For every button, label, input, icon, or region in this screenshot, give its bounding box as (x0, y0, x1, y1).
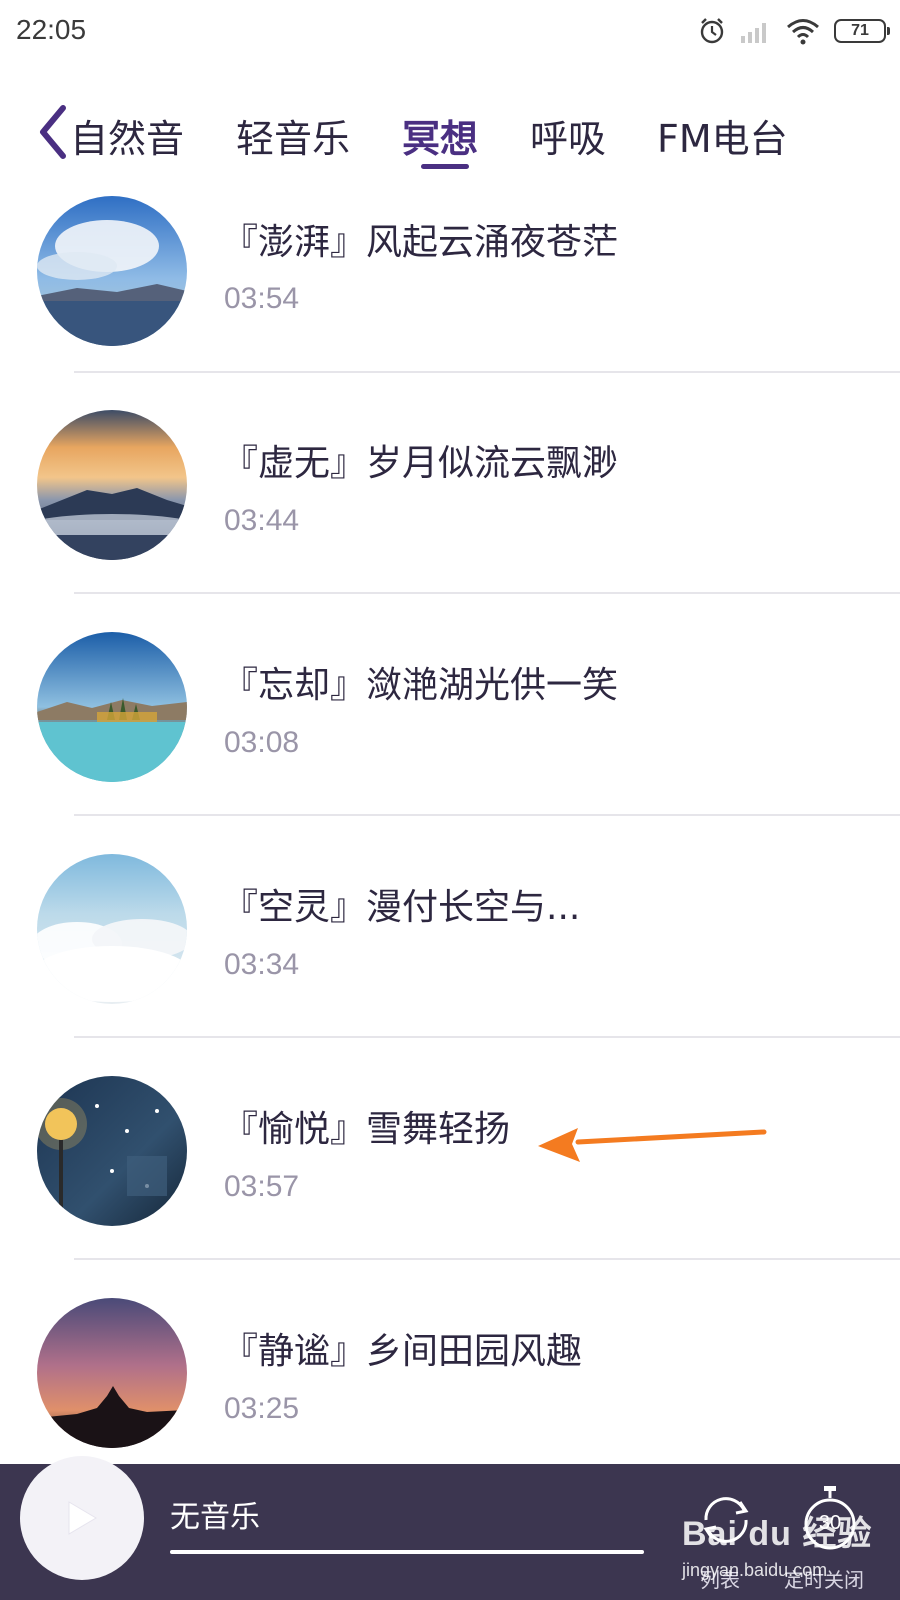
track-cover (37, 854, 187, 1004)
track-duration: 03:44 (224, 504, 300, 537)
chevron-left-icon (40, 105, 66, 159)
track-item[interactable]: 『静谧』乡间田园风趣 03:25 (0, 1288, 900, 1464)
divider (74, 1036, 900, 1038)
track-title: 『静谧』乡间田园风趣 (222, 1331, 583, 1372)
signal-icon (740, 18, 772, 44)
divider (74, 1258, 900, 1260)
active-tab-indicator (421, 164, 469, 169)
track-title: 『愉悦』雪舞轻扬 (222, 1109, 511, 1150)
watermark-url: jingyan.baidu.com (682, 1560, 828, 1580)
track-cover (37, 196, 187, 346)
category-tabs: 自然音 轻音乐 冥想 呼吸 FM电台 (0, 92, 900, 178)
track-cover (37, 410, 187, 560)
divider (74, 371, 900, 373)
track-cover (37, 1298, 187, 1448)
tab-light-music[interactable]: 轻音乐 (236, 108, 350, 163)
wifi-icon (786, 17, 820, 45)
battery-icon: 71 (834, 19, 890, 43)
tab-nature-sounds[interactable]: 自然音 (70, 108, 184, 163)
now-playing-title: 无音乐 (170, 1500, 260, 1535)
track-duration: 03:08 (224, 726, 300, 759)
play-button[interactable] (20, 1456, 144, 1580)
annotation-arrow-icon (538, 1120, 768, 1170)
track-list[interactable]: 『澎湃』风起云涌夜苍茫 03:54 『虚无』岁月似流云飘渺 03:44 『忘却』… (0, 178, 900, 1464)
track-title: 『空灵』漫付长空与... (222, 887, 581, 928)
back-button[interactable] (34, 102, 70, 162)
track-cover (37, 1076, 187, 1226)
tab-fm-radio[interactable]: FM电台 (657, 108, 788, 163)
playback-progress[interactable] (170, 1550, 644, 1554)
divider (74, 814, 900, 816)
baidu-jingyan-watermark: Bai du 经验 jingyan.baidu.com (682, 1500, 892, 1596)
status-time: 22:05 (16, 14, 87, 45)
track-title: 『虚无』岁月似流云飘渺 (222, 443, 619, 484)
track-duration: 03:54 (224, 282, 300, 315)
track-item[interactable]: 『忘却』潋滟湖光供一笑 03:08 (0, 622, 900, 847)
alarm-icon (698, 17, 726, 45)
tab-meditation[interactable]: 冥想 (402, 108, 478, 163)
track-item[interactable]: 『空灵』漫付长空与... 03:34 (0, 844, 900, 1069)
track-duration: 03:34 (224, 948, 300, 981)
track-cover (37, 632, 187, 782)
track-item[interactable]: 『澎湃』风起云涌夜苍茫 03:54 (0, 178, 900, 403)
watermark-logo: Bai du 经验 (682, 1515, 873, 1553)
track-item[interactable]: 『虚无』岁月似流云飘渺 03:44 (0, 400, 900, 625)
track-title: 『澎湃』风起云涌夜苍茫 (222, 222, 619, 263)
track-title: 『忘却』潋滟湖光供一笑 (222, 665, 619, 706)
status-bar: 22:05 71 (0, 0, 900, 62)
track-item[interactable]: 『愉悦』雪舞轻扬 03:57 (0, 1066, 900, 1291)
track-duration: 03:25 (224, 1392, 300, 1425)
divider (74, 592, 900, 594)
status-icons: 71 (698, 14, 890, 48)
track-duration: 03:57 (224, 1170, 300, 1203)
play-icon (68, 1501, 97, 1535)
tab-breathing[interactable]: 呼吸 (530, 108, 606, 163)
